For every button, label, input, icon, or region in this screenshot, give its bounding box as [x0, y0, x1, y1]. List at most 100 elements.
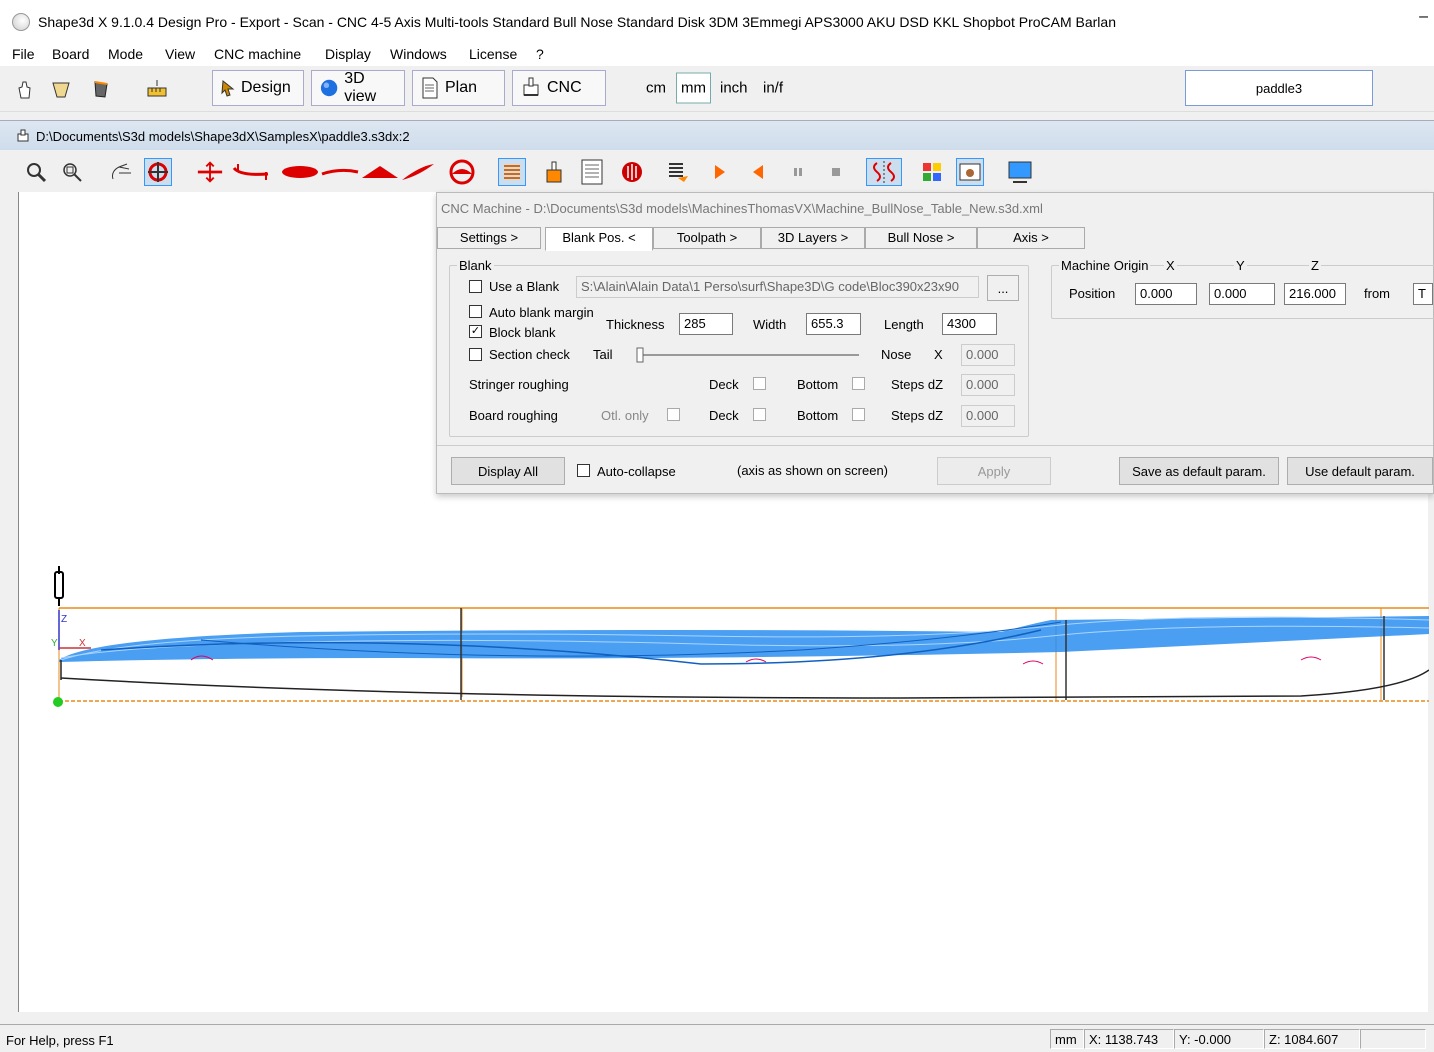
menu-file[interactable]: File [12, 46, 35, 62]
stringer-bottom-label: Bottom [797, 377, 839, 392]
length-label: Length [884, 317, 924, 332]
blank-path-field[interactable]: S:\Alain\Alain Data\1 Perso\surf\Shape3D… [576, 276, 979, 298]
tail-nose-slider[interactable] [635, 346, 861, 364]
menu-display[interactable]: Display [325, 46, 371, 62]
use-blank-checkbox[interactable] [469, 280, 482, 293]
stringer-deck-checkbox[interactable] [753, 377, 766, 390]
help-hint: For Help, press F1 [6, 1033, 114, 1048]
outline-icon[interactable] [280, 158, 320, 186]
board-deck-checkbox[interactable] [753, 408, 766, 421]
otl-only-checkbox[interactable] [667, 408, 680, 421]
origin-z-input[interactable]: 216.000 [1284, 283, 1346, 305]
3d-view-label: 3D view [344, 70, 377, 105]
stringer-bottom-checkbox[interactable] [852, 377, 865, 390]
back-icon[interactable] [744, 158, 772, 186]
tab-3d-layers[interactable]: 3D Layers > [761, 227, 865, 249]
minimize-button[interactable]: – [1419, 8, 1428, 26]
zoom-icon[interactable] [22, 158, 50, 186]
zoom-window-icon[interactable] [58, 158, 86, 186]
use-default-button[interactable]: Use default param. [1287, 457, 1433, 485]
unit-mm[interactable]: mm [676, 72, 711, 104]
deck-icon[interactable] [400, 158, 436, 186]
cnc-machine-icon [523, 77, 539, 96]
app-window: Shape3d X 9.1.0.4 Design Pro - Export - … [0, 0, 1434, 1052]
tab-blank-pos[interactable]: Blank Pos. < [545, 227, 653, 251]
stop-icon[interactable] [822, 158, 850, 186]
tab-toolpath[interactable]: Toolpath > [653, 227, 761, 249]
auto-blank-margin-label: Auto blank margin [489, 305, 594, 320]
section-check-checkbox[interactable] [469, 348, 482, 361]
auto-blank-margin-checkbox[interactable] [469, 305, 482, 318]
tab-bull-nose[interactable]: Bull Nose > [865, 227, 977, 249]
plan-label: Plan [445, 79, 478, 96]
menu-board[interactable]: Board [52, 46, 89, 62]
browse-button[interactable]: ... [987, 275, 1019, 301]
apply-button[interactable]: Apply [937, 457, 1051, 485]
board-roughing-label: Board roughing [469, 408, 558, 423]
origin-y-input[interactable]: 0.000 [1209, 283, 1275, 305]
status-z: Z: 1084.607 [1264, 1029, 1360, 1049]
play-icon[interactable] [706, 158, 734, 186]
design-button[interactable]: Design [212, 70, 304, 106]
3d-view-button[interactable]: 3D view [311, 70, 405, 106]
hand-icon[interactable] [14, 78, 36, 100]
status-empty [1360, 1029, 1426, 1049]
cnc-button[interactable]: CNC [512, 70, 606, 106]
menu-windows[interactable]: Windows [390, 46, 447, 62]
gcode-icon[interactable] [578, 158, 606, 186]
board-steps-input[interactable]: 0.000 [961, 405, 1015, 427]
status-y: Y: -0.000 [1174, 1029, 1264, 1049]
plan-button[interactable]: Plan [412, 70, 505, 106]
pause-icon[interactable] [784, 158, 812, 186]
profile-icon[interactable] [320, 158, 360, 186]
auto-collapse-checkbox[interactable] [577, 464, 590, 477]
image-window-icon[interactable] [956, 158, 984, 186]
colors-icon[interactable] [918, 158, 946, 186]
menu-mode[interactable]: Mode [108, 46, 143, 62]
stringer-steps-input[interactable]: 0.000 [961, 374, 1015, 396]
rotate-icon[interactable] [144, 158, 172, 186]
cup-icon[interactable] [50, 78, 72, 100]
blank-group-label: Blank [457, 258, 494, 273]
menu-cnc-machine[interactable]: CNC machine [214, 46, 301, 62]
status-x: X: 1138.743 [1084, 1029, 1174, 1049]
monitor-icon[interactable] [1006, 158, 1034, 186]
document-icon [422, 77, 438, 99]
menu-view[interactable]: View [165, 46, 195, 62]
bucket-icon[interactable] [90, 78, 112, 100]
section-check-label: Section check [489, 347, 570, 362]
router-icon[interactable] [540, 158, 568, 186]
export-icon[interactable] [664, 158, 692, 186]
origin-x-input[interactable]: 0.000 [1135, 283, 1197, 305]
menu-license[interactable]: License [469, 46, 517, 62]
thickness-label: Thickness [606, 317, 665, 332]
tab-settings[interactable]: Settings > [437, 227, 541, 249]
tab-axis[interactable]: Axis > [977, 227, 1085, 249]
unit-inch[interactable]: inch [720, 80, 748, 97]
save-default-button[interactable]: Save as default param. [1119, 457, 1279, 485]
width-input[interactable]: 655.3 [806, 313, 861, 335]
display-all-button[interactable]: Display All [451, 457, 565, 485]
cnc-panel-title: CNC Machine - D:\Documents\S3d models\Ma… [441, 201, 1043, 216]
menu-help[interactable]: ? [536, 46, 544, 62]
toolpath-icon[interactable] [618, 158, 646, 186]
slice-icon[interactable] [360, 158, 400, 186]
symmetry-icon[interactable] [866, 158, 902, 186]
block-blank-checkbox[interactable]: ✓ [469, 325, 482, 338]
board-deck-label: Deck [709, 408, 739, 423]
thickness-input[interactable]: 285 [679, 313, 733, 335]
ruler-icon[interactable] [146, 78, 168, 100]
unit-inf[interactable]: in/f [763, 80, 783, 97]
origin-from-select[interactable]: T [1413, 283, 1433, 305]
board-bottom-checkbox[interactable] [852, 408, 865, 421]
board-name-field[interactable]: paddle3 [1185, 70, 1373, 106]
width-label: Width [753, 317, 787, 332]
rocker-icon[interactable] [232, 158, 272, 186]
cross-section-icon[interactable] [448, 158, 476, 186]
layers-icon[interactable] [498, 158, 526, 186]
length-input[interactable]: 4300 [942, 313, 997, 335]
pan-hand-icon[interactable] [108, 158, 136, 186]
thickness-icon[interactable] [196, 158, 224, 186]
nose-x-input[interactable]: 0.000 [961, 344, 1015, 366]
unit-cm[interactable]: cm [646, 80, 666, 97]
